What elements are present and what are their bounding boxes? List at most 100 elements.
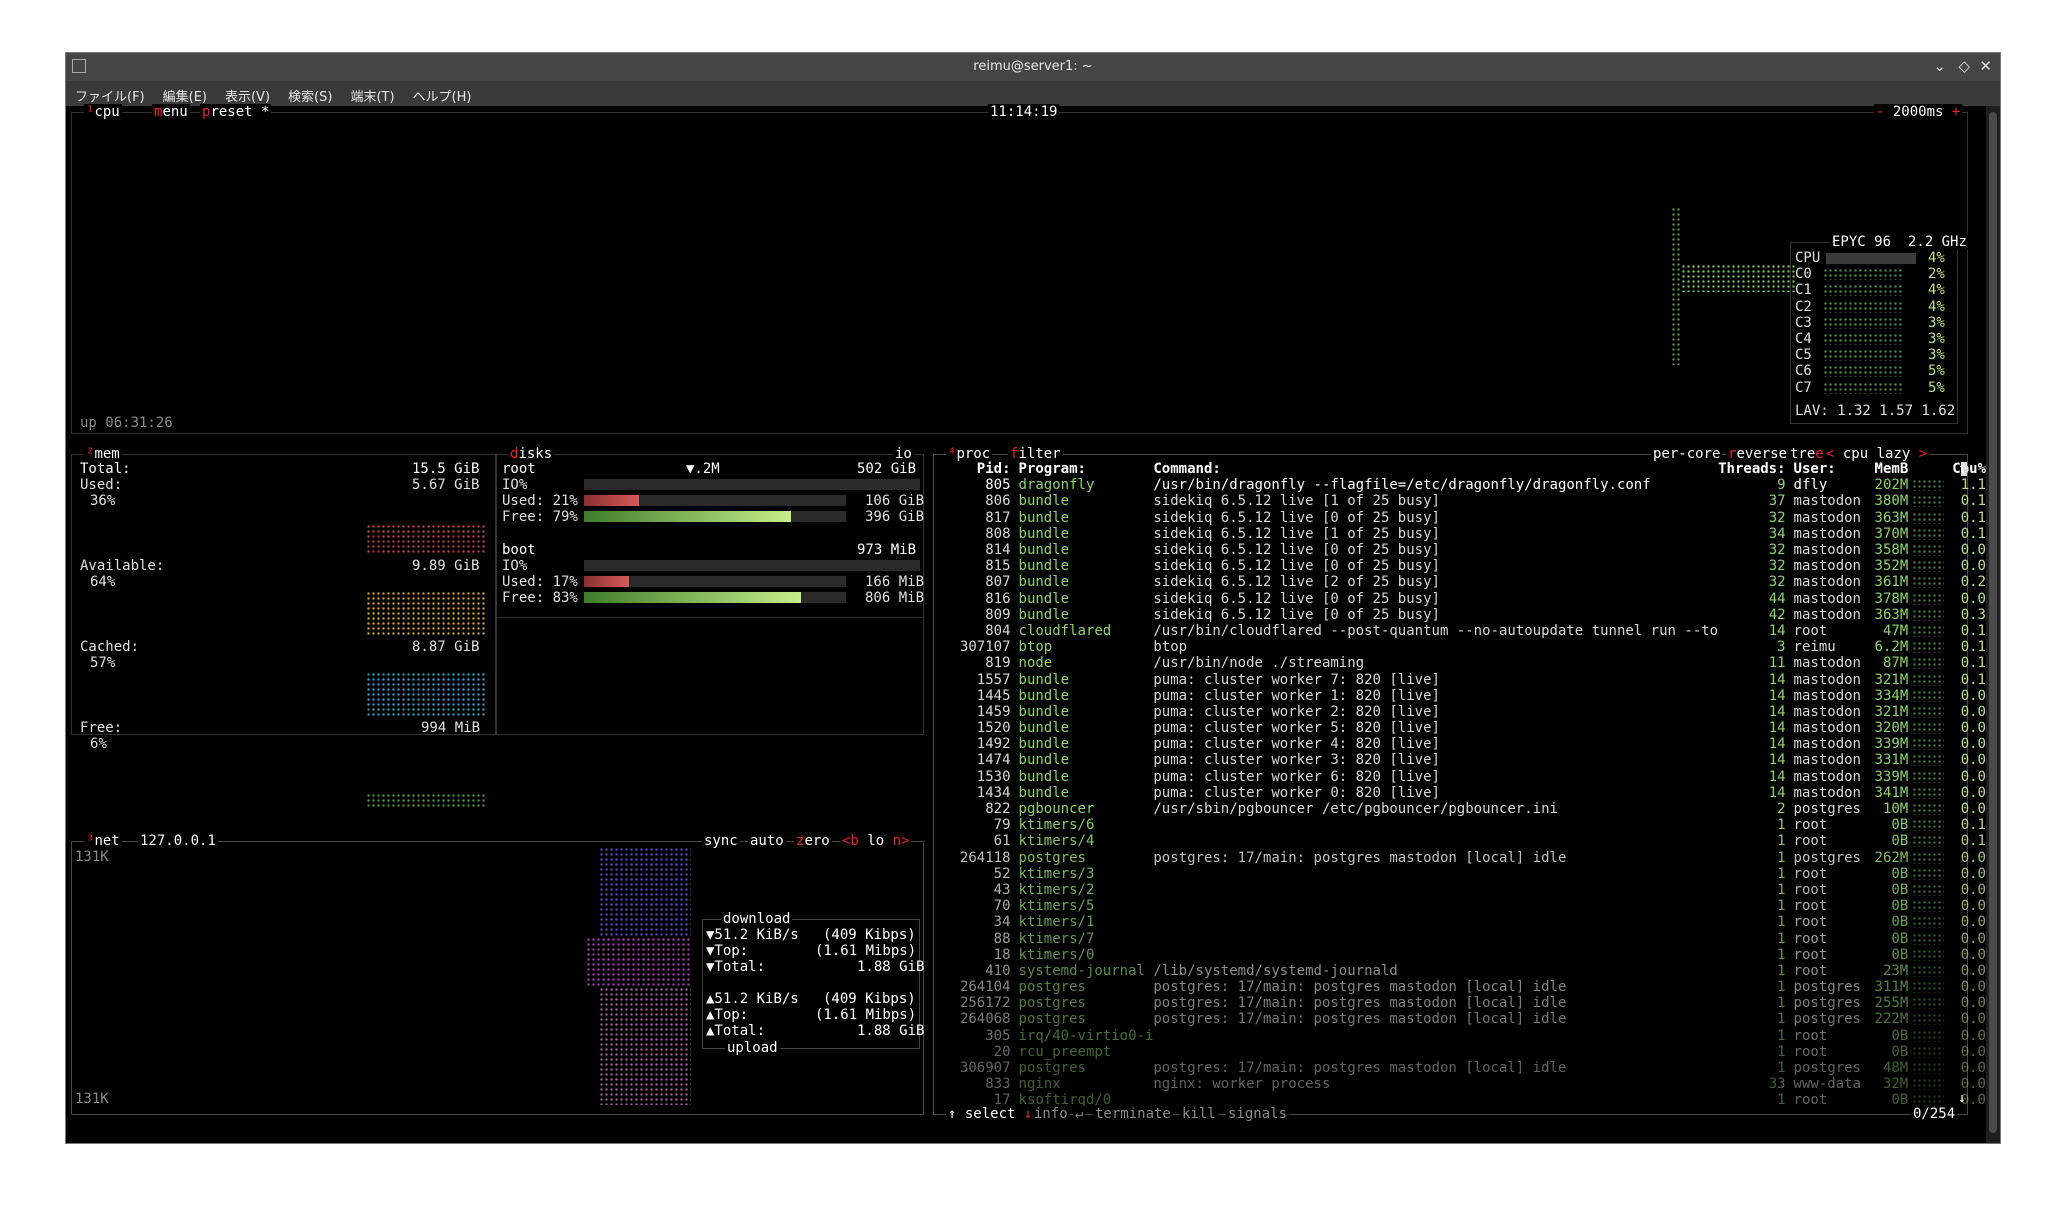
disks-tab[interactable]: disks	[508, 446, 555, 462]
process-program: bundle	[1018, 736, 1070, 753]
sort-selector[interactable]: < cpu lazy >	[1824, 446, 1930, 462]
process-row[interactable]: 816 bundle sidekiq 6.5.12 live [0 of 25 bu…	[946, 591, 1986, 607]
process-row[interactable]: 34 ktimers/1 1 root 0B 0.0	[946, 914, 1986, 930]
close-icon[interactable]: ✕	[1979, 57, 1992, 75]
process-row[interactable]: 822 pgbouncer/usr/sbin/pgbouncer /etc/pgb…	[946, 801, 1986, 817]
process-row[interactable]: 808 bundle sidekiq 6.5.12 live [1 of 25 bu…	[946, 526, 1986, 542]
process-user: root	[1793, 946, 1828, 963]
terminate-hint[interactable]: terminate	[1093, 1106, 1173, 1122]
process-row[interactable]: 817 bundle sidekiq 6.5.12 live [0 of 25 bu…	[946, 510, 1986, 526]
process-row[interactable]: 264068 postgres postgres: 17/main: postgre…	[946, 1011, 1986, 1027]
process-row[interactable]: 814 bundle sidekiq 6.5.12 live [0 of 25 bu…	[946, 542, 1986, 558]
scroll-down-icon[interactable]: ↓	[1958, 1091, 1966, 1107]
process-row[interactable]: 1530 bundle puma: cluster worker 6: 820 [l…	[946, 769, 1986, 785]
proc-tab[interactable]: ⁴proc	[946, 446, 993, 462]
process-row[interactable]: 18 ktimers/0 1 root 0B 0.0	[946, 947, 1986, 963]
menu-search[interactable]: 検索(S)	[279, 81, 341, 105]
process-row[interactable]: 70 ktimers/5 1 root 0B 0.0	[946, 898, 1986, 914]
process-row[interactable]: 1492 bundle puma: cluster worker 4: 820 [l…	[946, 736, 1986, 752]
net-tab[interactable]: ³net	[84, 833, 122, 849]
col-cpu-graph[interactable]	[1908, 461, 1944, 477]
net-auto-tab[interactable]: auto	[748, 833, 786, 849]
process-cpu: 0.1	[1960, 833, 1986, 850]
mem-tab[interactable]: ²mem	[84, 446, 122, 462]
io-tab[interactable]: io	[893, 446, 914, 462]
minimize-icon[interactable]: ⌄	[1933, 57, 1946, 75]
col-program[interactable]: Program:	[1011, 461, 1154, 477]
net-iface-switch[interactable]: <b lo n>	[840, 833, 912, 849]
process-row[interactable]: 307107 btop btop 3 reimu 6.2M 0.1	[946, 639, 1986, 655]
process-row[interactable]: 819 node/usr/bin/node ./streaming 11 mastod…	[946, 655, 1986, 671]
process-row[interactable]: 807 bundle sidekiq 6.5.12 live [2 of 25 bu…	[946, 574, 1986, 590]
process-row[interactable]: 305 irq/40-virtio0-i 1 root 0B 0.0	[946, 1028, 1986, 1044]
menu-edit[interactable]: 編集(E)	[154, 81, 216, 105]
interval-control[interactable]: - 2000ms +	[1874, 104, 1963, 120]
select-hint[interactable]: ↑ select ↓	[946, 1106, 1035, 1122]
net-zero-tab[interactable]: zero	[794, 833, 832, 849]
process-row[interactable]: 264104 postgres postgres: 17/main: postgre…	[946, 979, 1986, 995]
signals-hint[interactable]: signals	[1226, 1106, 1290, 1122]
cpu-tab[interactable]: ¹cpu	[84, 104, 122, 120]
process-program: ktimers/4	[1018, 833, 1095, 850]
filter-tab[interactable]: filter	[1008, 446, 1063, 462]
process-row[interactable]: 806 bundle sidekiq 6.5.12 live [1 of 25 bu…	[946, 493, 1986, 509]
menu-file[interactable]: ファイル(F)	[66, 81, 154, 105]
terminal-content[interactable]: ¹cpu menu preset * 11:14:19 - 2000ms + u…	[66, 104, 1986, 1143]
col-pid[interactable]: Pid:	[946, 461, 1011, 477]
process-row[interactable]: 79 ktimers/6 1 root 0B 0.1	[946, 817, 1986, 833]
process-program: postgres	[1018, 1011, 1086, 1028]
preset-tab[interactable]: preset *	[200, 104, 272, 120]
process-cpu-graph	[1908, 882, 1945, 898]
process-row[interactable]: 1459 bundle puma: cluster worker 2: 820 [l…	[946, 704, 1986, 720]
process-row[interactable]: 20 rcu_preempt 1 root 0B 0.0	[946, 1044, 1986, 1060]
process-mem: 0B	[1891, 833, 1909, 850]
process-row[interactable]: 804 cloudflared/usr/bin/cloudflared --pos…	[946, 623, 1986, 639]
net-sync-tab[interactable]: sync	[702, 833, 740, 849]
process-command	[1153, 882, 1718, 898]
process-row[interactable]: 52 ktimers/3 1 root 0B 0.0	[946, 866, 1986, 882]
col-threads[interactable]: Threads:	[1718, 461, 1785, 477]
kill-hint[interactable]: kill	[1180, 1106, 1218, 1122]
col-user[interactable]: User:	[1786, 461, 1867, 477]
process-user: postgres	[1793, 849, 1861, 866]
process-row[interactable]: 43 ktimers/2 1 root 0B 0.0	[946, 882, 1986, 898]
col-mem[interactable]: MemB	[1867, 461, 1909, 477]
process-row[interactable]: 809 bundle sidekiq 6.5.12 live [0 of 25 bu…	[946, 607, 1986, 623]
scroll-up-icon[interactable]: ↑	[1958, 461, 1966, 477]
menu-help[interactable]: ヘルプ(H)	[404, 81, 481, 105]
process-row[interactable]: 1445 bundle puma: cluster worker 1: 820 [l…	[946, 688, 1986, 704]
menu-terminal[interactable]: 端末(T)	[341, 81, 403, 105]
process-row[interactable]: 833 nginx nginx: worker process 33 www-data 3…	[946, 1076, 1986, 1092]
menu-tab[interactable]: menu	[152, 104, 190, 120]
process-row[interactable]: 306907 postgres postgres: 17/main: postgre…	[946, 1060, 1986, 1076]
process-row[interactable]: 88 ktimers/7 1 root 0B 0.0	[946, 930, 1986, 947]
process-row[interactable]: 815 bundle sidekiq 6.5.12 live [0 of 25 bu…	[946, 558, 1986, 574]
process-row[interactable]: 1434 bundle puma: cluster worker 0: 820 [l…	[946, 785, 1986, 801]
process-cpu-graph	[1908, 1076, 1945, 1092]
process-row[interactable]: 805 dragonfly/usr/bin/dragonfly --flagfil…	[946, 477, 1986, 493]
process-command	[1153, 1044, 1718, 1060]
title-bar[interactable]: reimu@server1: ~ ⌄ ◇ ✕	[66, 53, 2000, 81]
process-threads: 1	[1777, 849, 1786, 866]
process-user: root	[1793, 817, 1828, 834]
disk-root-used: 106 GiB	[865, 493, 925, 509]
info-hint[interactable]: info	[1032, 1106, 1070, 1122]
terminal-scrollbar[interactable]	[1986, 106, 2000, 1143]
maximize-icon[interactable]: ◇	[1958, 57, 1970, 75]
process-row[interactable]: 1474 bundle puma: cluster worker 3: 820 [l…	[946, 752, 1986, 768]
per-core-tab[interactable]: per-core	[1651, 446, 1723, 462]
process-pid: 819	[985, 655, 1011, 672]
menu-view[interactable]: 表示(V)	[216, 81, 279, 105]
process-row[interactable]: 61 ktimers/4 1 root 0B 0.1	[946, 833, 1986, 849]
process-row[interactable]: 410 systemd-journal/lib/systemd/systemd-j…	[946, 963, 1986, 979]
process-row[interactable]: 1520 bundle puma: cluster worker 5: 820 [l…	[946, 720, 1986, 736]
process-cpu: 0.0	[1960, 979, 1986, 996]
process-row[interactable]: 256172 postgres postgres: 17/main: postgre…	[946, 995, 1986, 1011]
reverse-tab[interactable]: reverse	[1726, 446, 1790, 462]
col-command[interactable]: Command:	[1153, 461, 1718, 477]
process-row[interactable]: 264118 postgres postgres: 17/main: postgre…	[946, 850, 1986, 866]
process-row[interactable]: 1557 bundle puma: cluster worker 7: 820 [l…	[946, 671, 1986, 688]
tree-tab[interactable]: tree	[1788, 446, 1826, 462]
terminal-scrollbar-thumb[interactable]	[1989, 112, 1997, 1133]
process-program: postgres	[1018, 1060, 1086, 1077]
